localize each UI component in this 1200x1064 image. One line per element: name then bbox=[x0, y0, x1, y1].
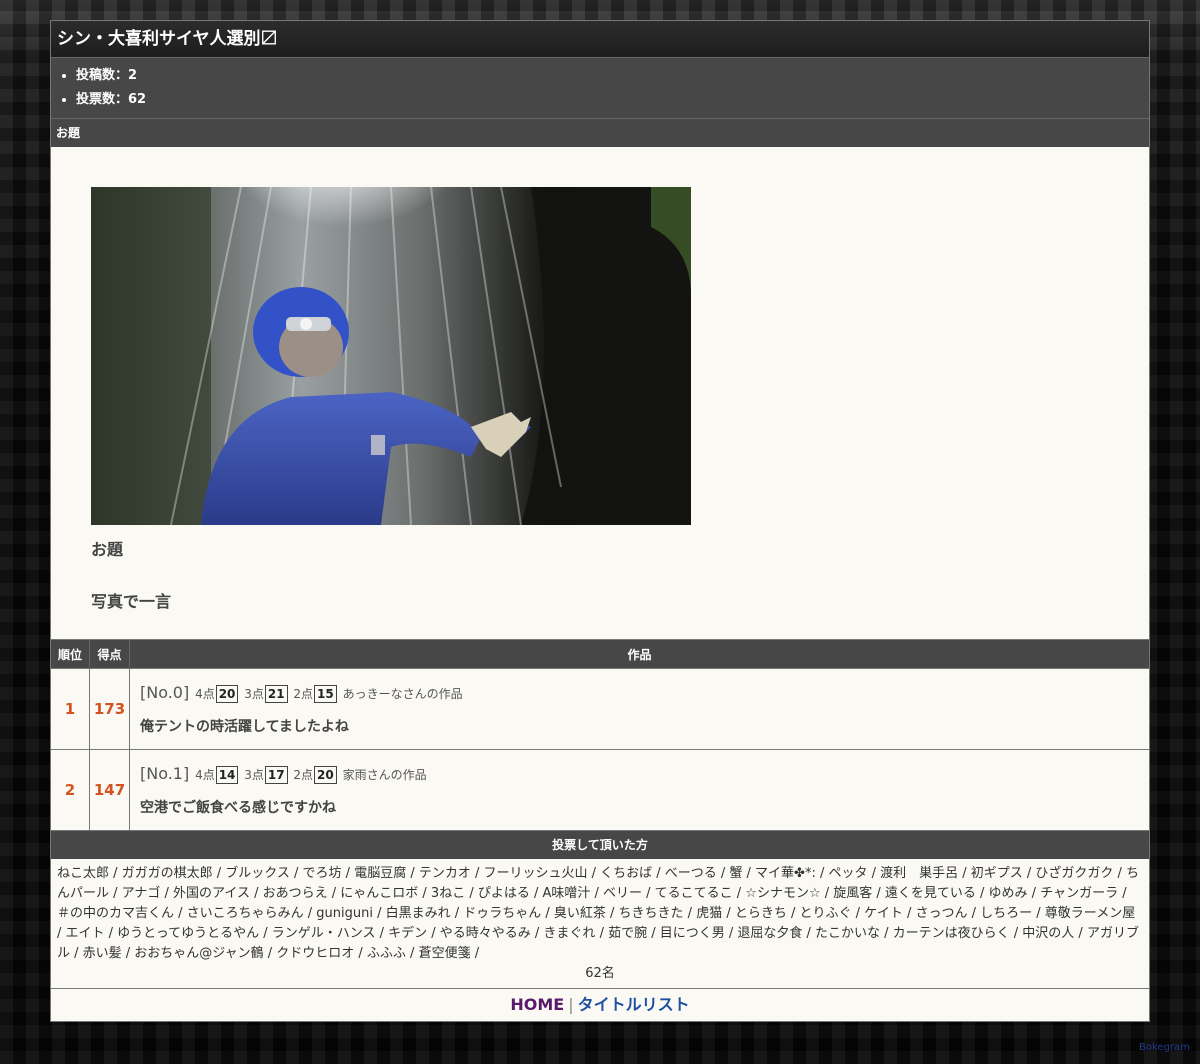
voters-header: 投票して頂いた方 bbox=[51, 830, 1149, 859]
entry-author: 家雨さんの作品 bbox=[342, 768, 427, 782]
footer-separator: | bbox=[568, 995, 574, 1014]
home-link[interactable]: HOME bbox=[510, 995, 564, 1014]
ranking-table: 順位 得点 作品 1 173 [No.0] 4点 20 3点 21 2点 15 あっき… bbox=[51, 640, 1149, 830]
vote-label: 4点 bbox=[195, 768, 215, 782]
stats-list: 投稿数：2 投票数：62 bbox=[51, 58, 1149, 119]
rank-number: 2 bbox=[51, 749, 90, 830]
entry-cell: [No.0] 4点 20 3点 21 2点 15 あっきーなさんの作品 俺テントの時活… bbox=[129, 668, 1149, 750]
score-value: 173 bbox=[89, 668, 130, 750]
vote-count-box: 17 bbox=[264, 766, 288, 784]
voter-count: 62名 bbox=[585, 966, 615, 981]
rank-number: 1 bbox=[51, 668, 90, 750]
entry-cell: [No.1] 4点 14 3点 17 2点 20 家雨さんの作品 空港でご飯食べる感じ… bbox=[129, 749, 1149, 830]
vote-count-box: 20 bbox=[314, 766, 337, 784]
title-list-link[interactable]: タイトルリスト bbox=[578, 995, 690, 1014]
entry-meta: [No.1] 4点 14 3点 17 2点 20 家雨さんの作品 bbox=[140, 763, 1139, 785]
post-count: 投稿数：2 bbox=[76, 64, 1143, 88]
odai-heading: お題 bbox=[91, 540, 124, 559]
vote-count: 投票数：62 bbox=[76, 88, 1143, 112]
vote-count-box: 15 bbox=[314, 685, 337, 703]
entry-meta: [No.0] 4点 20 3点 21 2点 15 あっきーなさんの作品 bbox=[140, 682, 1139, 704]
voters-panel: ねこ太郎 / ガガガの棋太郎 / ブルックス / でろ坊 / 電脳豆腐 / テン… bbox=[51, 859, 1149, 989]
vote-count-box: 20 bbox=[215, 685, 239, 703]
score-value: 147 bbox=[89, 749, 130, 830]
odai-photo bbox=[91, 187, 691, 525]
vote-label: 2点 bbox=[293, 687, 314, 701]
odai-panel: お題 写真で一言 bbox=[51, 147, 1149, 640]
vote-count-box: 21 bbox=[264, 685, 288, 703]
odai-text: 写真で一言 bbox=[91, 592, 172, 611]
main-container: シン・大喜利サイヤ人選別〼 投稿数：2 投票数：62 お題 bbox=[50, 20, 1150, 1022]
vote-label: 3点 bbox=[244, 687, 264, 701]
entry-number: [No.1] bbox=[140, 764, 190, 783]
vote-label: 3点 bbox=[244, 768, 264, 782]
vote-label: 4点 bbox=[195, 687, 215, 701]
table-row: 1 173 [No.0] 4点 20 3点 21 2点 15 あっきーなさんの作品 俺… bbox=[51, 668, 1149, 750]
brand-label: Bokegram bbox=[1139, 1042, 1190, 1053]
vote-label: 2点 bbox=[293, 768, 314, 782]
voter-list: ねこ太郎 / ガガガの棋太郎 / ブルックス / でろ坊 / 電脳豆腐 / テン… bbox=[57, 866, 1140, 961]
work-header: 作品 bbox=[129, 640, 1149, 669]
vote-count-box: 14 bbox=[215, 766, 239, 784]
page-title: シン・大喜利サイヤ人選別〼 bbox=[51, 21, 1149, 58]
entry-text: 空港でご飯食べる感じですかね bbox=[140, 800, 336, 816]
odai-section-header: お題 bbox=[51, 119, 1149, 147]
entry-text: 俺テントの時活躍してましたよね bbox=[140, 719, 349, 735]
table-row: 2 147 [No.1] 4点 14 3点 17 2点 20 家雨さんの作品 空港でご… bbox=[51, 749, 1149, 830]
entry-number: [No.0] bbox=[140, 683, 190, 702]
rank-header: 順位 bbox=[51, 640, 90, 669]
entry-author: あっきーなさんの作品 bbox=[342, 687, 463, 701]
score-header: 得点 bbox=[89, 640, 130, 669]
footer-nav: HOME | タイトルリスト bbox=[51, 989, 1149, 1021]
